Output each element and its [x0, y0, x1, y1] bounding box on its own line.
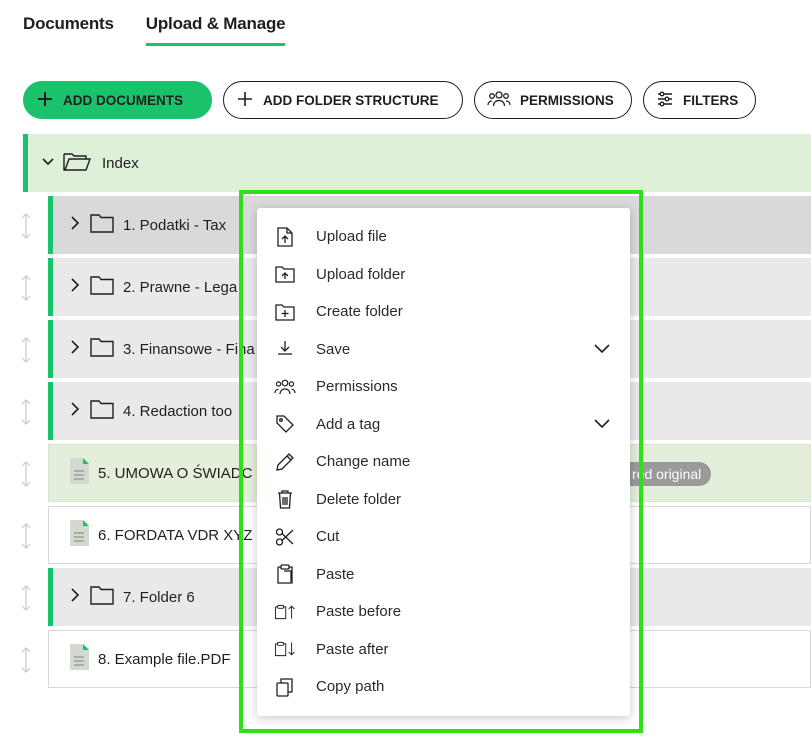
chevron-down-icon[interactable]	[594, 341, 610, 358]
menu-item-label: Change name	[316, 453, 411, 471]
chevron-down-icon[interactable]	[40, 153, 56, 173]
toolbar: ADD DOCUMENTS ADD FOLDER STRUCTURE PERMI…	[23, 81, 756, 119]
menu-item-save[interactable]: Save	[257, 331, 630, 369]
chevron-right-icon[interactable]	[69, 215, 81, 235]
folder-open-icon	[62, 150, 92, 176]
paste-after-icon	[274, 638, 296, 660]
drag-handle-icon[interactable]	[17, 212, 35, 240]
add-folder-structure-button[interactable]: ADD FOLDER STRUCTURE	[223, 81, 463, 119]
menu-item-label: Delete folder	[316, 490, 402, 508]
document-icon	[68, 519, 90, 551]
create-folder-icon	[274, 301, 296, 323]
tree-item-label: 4. Redaction too	[123, 402, 233, 420]
drag-handle-icon[interactable]	[17, 522, 35, 550]
tree-item-label: 5. UMOWA O ŚWIADC	[98, 464, 253, 482]
menu-item-label: Create folder	[316, 303, 403, 321]
menu-item-upload-folder[interactable]: Upload folder	[257, 256, 630, 294]
menu-item-label: Paste	[316, 565, 355, 583]
menu-item-label: Add a tag	[316, 415, 381, 433]
tree-item-label: 8. Example file.PDF	[98, 650, 231, 668]
filters-button[interactable]: FILTERS	[643, 81, 756, 119]
trash-icon	[274, 488, 296, 510]
chevron-down-icon[interactable]	[594, 416, 610, 433]
add-folder-structure-label: ADD FOLDER STRUCTURE	[263, 92, 439, 108]
menu-item-label: Upload file	[316, 228, 387, 246]
menu-item-label: Save	[316, 340, 351, 358]
menu-item-label: Paste after	[316, 640, 389, 658]
drag-handle-icon[interactable]	[17, 336, 35, 364]
menu-item-delete-folder[interactable]: Delete folder	[257, 481, 630, 519]
menu-item-label: Cut	[316, 528, 340, 546]
tree-item-label: 3. Finansowe - Fina	[123, 340, 255, 358]
menu-item-upload-file[interactable]: Upload file	[257, 218, 630, 256]
document-icon	[68, 457, 90, 489]
tree-root-index[interactable]: Index	[23, 134, 811, 192]
sliders-icon	[656, 90, 674, 111]
users-icon	[274, 376, 296, 398]
tree-item-label: 6. FORDATA VDR XYZ	[98, 526, 253, 544]
menu-item-label: Permissions	[316, 378, 398, 396]
drag-handle-icon[interactable]	[17, 274, 35, 302]
paste-before-icon	[274, 601, 296, 623]
chevron-right-icon[interactable]	[69, 339, 81, 359]
folder-icon	[89, 274, 115, 300]
permissions-button[interactable]: PERMISSIONS	[474, 81, 632, 119]
drag-handle-icon[interactable]	[17, 398, 35, 426]
menu-item-create-folder[interactable]: Create folder	[257, 293, 630, 331]
drag-handle-icon[interactable]	[17, 646, 35, 674]
menu-item-paste-before[interactable]: Paste before	[257, 593, 630, 631]
tag-icon	[274, 413, 296, 435]
upload-folder-icon	[274, 263, 296, 285]
menu-item-cut[interactable]: Cut	[257, 518, 630, 556]
menu-item-label: Paste before	[316, 603, 402, 621]
tab-bar: Documents Upload & Manage	[23, 14, 286, 46]
add-documents-label: ADD DOCUMENTS	[63, 92, 183, 108]
folder-icon	[89, 584, 115, 610]
menu-item-copy-path[interactable]: Copy path	[257, 668, 630, 706]
menu-item-paste-after[interactable]: Paste after	[257, 631, 630, 669]
menu-item-change-name[interactable]: Change name	[257, 443, 630, 481]
tab-documents[interactable]: Documents	[23, 14, 114, 46]
tab-upload-manage[interactable]: Upload & Manage	[145, 14, 286, 46]
filters-label: FILTERS	[683, 92, 739, 108]
upload-file-icon	[274, 226, 296, 248]
menu-item-label: Upload folder	[316, 265, 406, 283]
folder-icon	[89, 398, 115, 424]
menu-item-add-tag[interactable]: Add a tag	[257, 406, 630, 444]
document-icon	[68, 643, 90, 675]
plus-icon	[236, 90, 254, 111]
drag-handle-icon[interactable]	[17, 460, 35, 488]
drag-handle-icon[interactable]	[17, 584, 35, 612]
chevron-right-icon[interactable]	[69, 277, 81, 297]
context-menu: Upload file Upload folder Create folder …	[257, 208, 630, 716]
tree-item-label: 2. Prawne - Lega	[123, 278, 238, 296]
download-icon	[274, 338, 296, 360]
plus-icon	[36, 90, 54, 111]
pencil-icon	[274, 451, 296, 473]
permissions-label: PERMISSIONS	[520, 92, 614, 108]
menu-item-paste[interactable]: Paste	[257, 556, 630, 594]
scissors-icon	[274, 526, 296, 548]
tree-item-label: 7. Folder 6	[123, 588, 195, 606]
tree-root-label: Index	[102, 154, 139, 172]
folder-icon	[89, 336, 115, 362]
add-documents-button[interactable]: ADD DOCUMENTS	[23, 81, 212, 119]
menu-item-label: Copy path	[316, 678, 385, 696]
chevron-right-icon[interactable]	[69, 401, 81, 421]
folder-icon	[89, 212, 115, 238]
users-icon	[487, 90, 511, 111]
copy-icon	[274, 676, 296, 698]
chevron-right-icon[interactable]	[69, 587, 81, 607]
menu-item-permissions[interactable]: Permissions	[257, 368, 630, 406]
tree-item-label: 1. Podatki - Tax	[123, 216, 227, 234]
clipboard-icon	[274, 563, 296, 585]
